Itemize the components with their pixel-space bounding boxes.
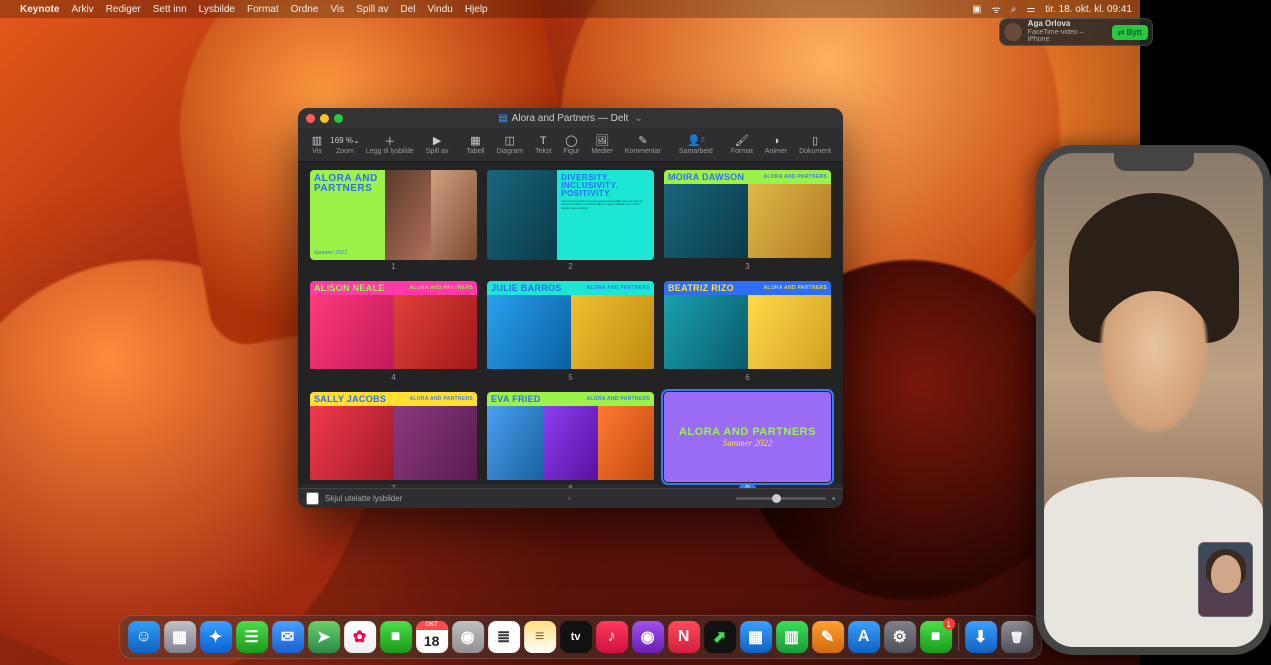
menu-lysbilde[interactable]: Lysbilde [199,4,235,15]
dock-music[interactable]: ♪ [596,621,628,653]
dock-separator [958,623,959,651]
play-button[interactable]: ▶Spill av [422,135,453,155]
shape-button[interactable]: ◯Figur [559,135,583,155]
dock-photos[interactable]: ✿ [344,621,376,653]
dock-maps[interactable]: ➤ [308,621,340,653]
spotlight-icon[interactable]: ⌕ [1011,4,1017,15]
facetime-pip[interactable] [1198,542,1253,617]
media-button[interactable]: 🖼Medier [587,135,616,155]
slide-3[interactable]: MOIRA DAWSONALORA AND PARTNERS 3 [664,170,831,271]
slide-7[interactable]: SALLY JACOBSALORA AND PARTNERS 7 [310,392,477,493]
slide-9[interactable]: ALORA AND PARTNERS Summer 2022 9 [664,392,831,493]
dock-downloads[interactable]: ⬇ [965,621,997,653]
table-button[interactable]: ▦Tabell [462,135,488,155]
dock-stocks[interactable]: ⬈ [704,621,736,653]
facetime-notification[interactable]: Aga Orlova FaceTime-video – iPhone ⇄ Byt… [999,18,1153,46]
menu-bar: Keynote Arkiv Rediger Sett inn Lysbilde … [0,0,1140,18]
caller-avatar [1004,23,1022,41]
view-button[interactable]: ▥Vis [306,135,328,155]
dock-finder[interactable]: ☺ [128,621,160,653]
slide-8[interactable]: EVA FRIEDALORA AND PARTNERS 8 [487,392,654,493]
menu-hjelp[interactable]: Hjelp [465,4,488,15]
fullscreen-button[interactable] [334,114,343,123]
dock-numbers[interactable]: ▥ [776,621,808,653]
dock: ☺▦✦☰✉➤✿■OKT18◉≣≡tv♪◉N⬈▦▥✎A⚙■1⬇🗑 [119,615,1042,659]
facetime-status-icon[interactable]: ▣ [972,4,981,15]
menu-arkiv[interactable]: Arkiv [71,4,93,15]
menu-vindu[interactable]: Vindu [427,4,452,15]
dock-keynote[interactable]: ▦ [740,621,772,653]
doc-icon: ▤ [498,113,507,124]
slide-1[interactable]: ALORA AND PARTNERS Summer 2022 1 [310,170,477,271]
switch-icon: ⇄ [1118,28,1125,37]
caller-name: Aga Orlova [1028,20,1106,29]
zoom-in-icon[interactable]: ▪ [832,494,835,503]
menu-spill-av[interactable]: Spill av [356,4,388,15]
format-button[interactable]: 🖌Format [727,135,757,155]
iphone-notch [1114,153,1194,171]
dock-settings[interactable]: ⚙ [884,621,916,653]
dock-contacts[interactable]: ◉ [452,621,484,653]
menu-vis[interactable]: Vis [330,4,344,15]
dock-launchpad[interactable]: ▦ [164,621,196,653]
hide-skipped-label: Skjul utelatte lysbilder [325,494,402,503]
zoom-slider[interactable] [736,497,826,500]
slide-6[interactable]: BEATRIZ RIZOALORA AND PARTNERS 6 [664,281,831,382]
comment-button[interactable]: ✎Kommentar [621,135,665,155]
wifi-icon[interactable]: ᯤ [992,2,1001,16]
dock-calendar[interactable]: OKT18 [416,621,448,653]
title-dropdown-icon[interactable]: ⌄ [634,113,642,124]
menu-rediger[interactable]: Rediger [106,4,141,15]
iphone-screen [1044,153,1263,647]
document-title: Alora and Partners — Delt [512,113,629,124]
dock-mail[interactable]: ✉ [272,621,304,653]
dock-tv[interactable]: tv [560,621,592,653]
window-titlebar[interactable]: ▤ Alora and Partners — Delt ⌄ [298,108,843,128]
window-controls [306,114,343,123]
collaborate-button[interactable]: 👤2Samarbeid [675,135,717,155]
caller-subtitle: FaceTime-video – iPhone [1028,29,1106,44]
dock-safari[interactable]: ✦ [200,621,232,653]
slide-2[interactable]: DIVERSITY. INCLUSIVITY. POSITIVITY. Lore… [487,170,654,271]
menu-del[interactable]: Del [400,4,415,15]
slide-grid: ALORA AND PARTNERS Summer 2022 1 DIVERSI… [298,162,843,484]
app-menu[interactable]: Keynote [20,4,59,15]
dock-podcasts[interactable]: ◉ [632,621,664,653]
close-button[interactable] [306,114,315,123]
text-button[interactable]: TTekst [531,135,555,155]
toolbar: ▥Vis 169 % ⌄Zoom ＋Legg til lysbilde ▶Spi… [298,128,843,162]
dock-pages[interactable]: ✎ [812,621,844,653]
window-footer: Skjul utelatte lysbilder ▫ ▪ [298,488,843,508]
zoom-select[interactable]: 169 % ⌄Zoom [332,135,358,155]
dock-notes[interactable]: ≡ [524,621,556,653]
minimize-button[interactable] [320,114,329,123]
control-center-icon[interactable]: ⚌ [1026,4,1035,15]
dock-news[interactable]: N [668,621,700,653]
add-slide-button[interactable]: ＋Legg til lysbilde [362,135,418,155]
dock-facetime[interactable]: ■ [380,621,412,653]
menu-format[interactable]: Format [247,4,279,15]
dock-facetime-app[interactable]: ■1 [920,621,952,653]
zoom-out-icon[interactable]: ▫ [568,494,571,503]
iphone-device [1036,145,1271,655]
document-button[interactable]: ▯Dokument [795,135,835,155]
dock-reminders[interactable]: ≣ [488,621,520,653]
slide-4[interactable]: ALISON NEALEALORA AND PARTNERS 4 [310,281,477,382]
dock-appstore[interactable]: A [848,621,880,653]
menu-sett-inn[interactable]: Sett inn [153,4,187,15]
keynote-window: ▤ Alora and Partners — Delt ⌄ ▥Vis 169 %… [298,108,843,508]
dock-messages[interactable]: ☰ [236,621,268,653]
menubar-datetime[interactable]: tir. 18. okt. kl. 09:41 [1045,4,1132,15]
chart-button[interactable]: ◫Diagram [493,135,527,155]
switch-button[interactable]: ⇄ Bytt [1112,25,1148,40]
hide-skipped-checkbox[interactable] [306,492,319,505]
menu-ordne[interactable]: Ordne [291,4,319,15]
animate-button[interactable]: ◑Animer [761,135,791,155]
dock-trash[interactable]: 🗑 [1001,621,1033,653]
slide-5[interactable]: JULIE BARROSALORA AND PARTNERS 5 [487,281,654,382]
